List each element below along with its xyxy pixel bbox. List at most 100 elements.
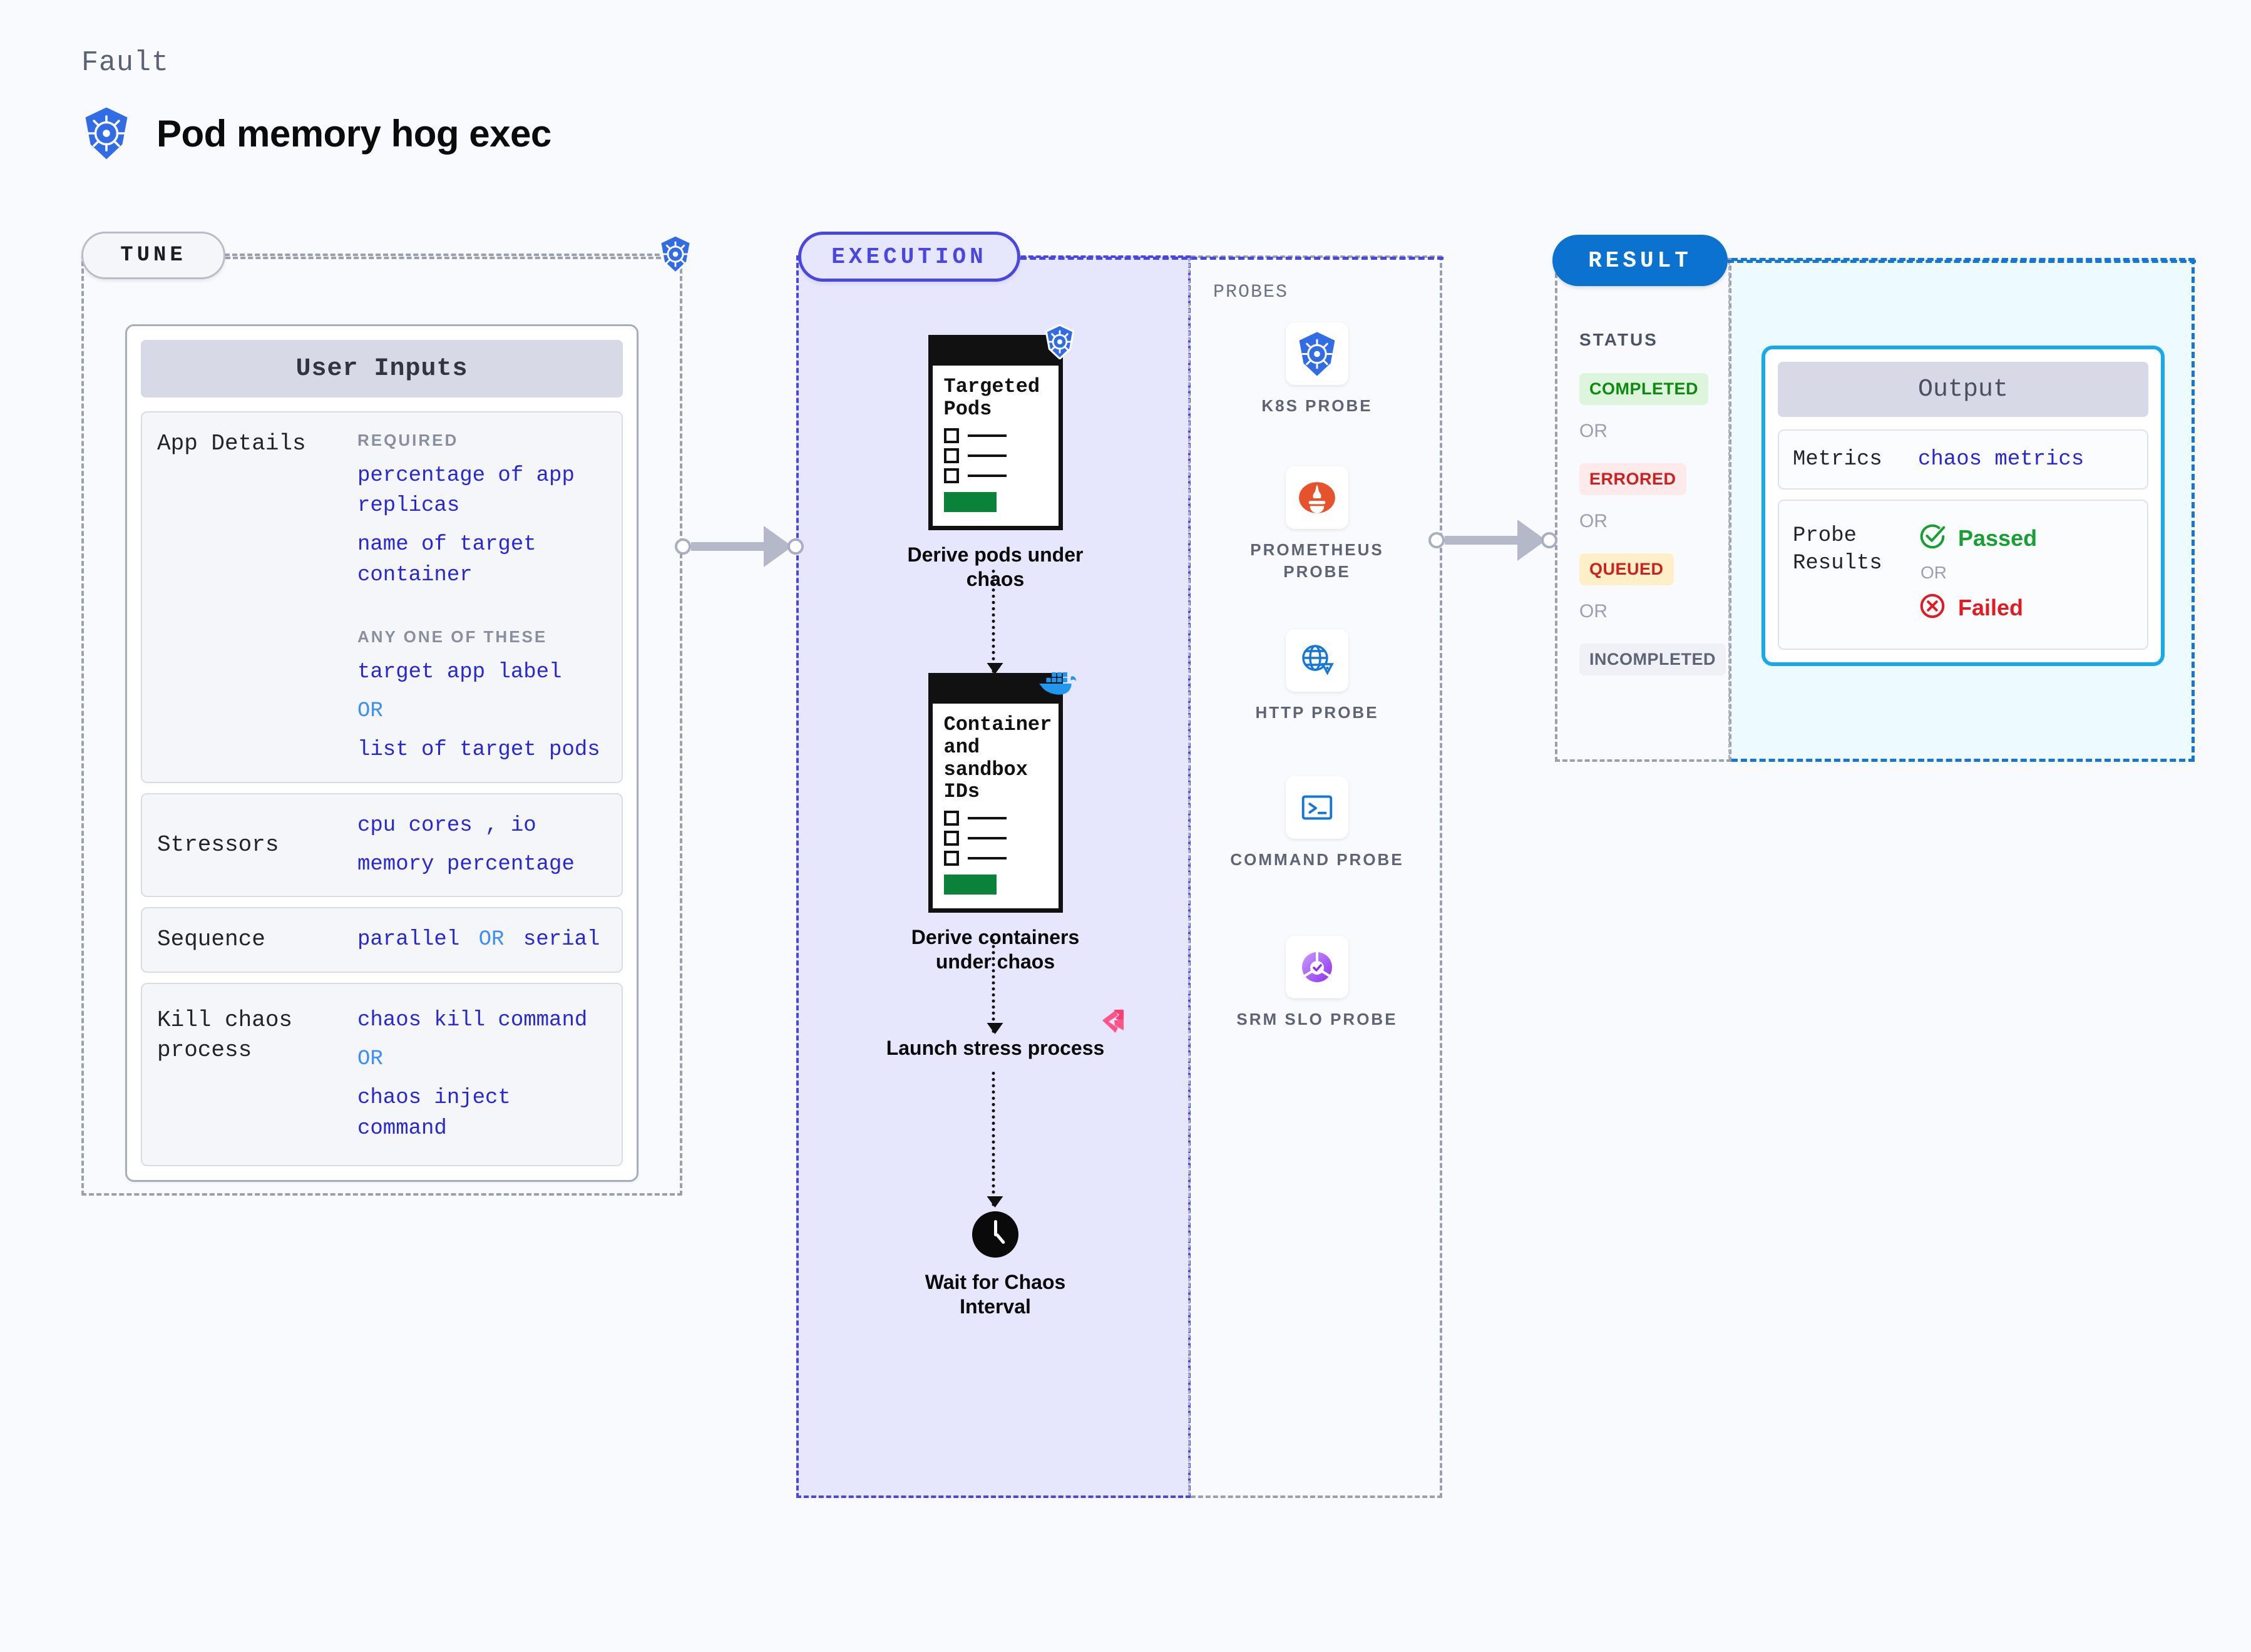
input-label-kill-chaos-process: Kill chaos process [157, 1007, 293, 1064]
probe-item-k8s[interactable]: K8S PROBE [1223, 322, 1411, 417]
execution-step-wait-chaos-interval: Wait for Chaos Interval [901, 1211, 1089, 1319]
probe-label-command: COMMAND PROBE [1230, 850, 1404, 869]
card-title-targeted-pods: Targeted Pods [943, 375, 1040, 421]
probes-container [1188, 255, 1442, 1498]
checkbox-icon [943, 468, 959, 483]
anyone-heading: ANY ONE OF THESE [357, 627, 548, 646]
flow-connector [987, 570, 1003, 674]
status-badge-incompleted: INCOMPLETED [1579, 644, 1726, 675]
status-bar [943, 491, 997, 512]
flow-arrow-probes-to-result [1428, 520, 1557, 561]
output-value-metrics: chaos metrics [1918, 448, 2084, 472]
verdict-label-passed: Passed [1958, 525, 2038, 551]
connector-dot [1541, 532, 1557, 548]
execution-step-derive-containers: Container and sandbox IDs Derive contain… [889, 672, 1102, 974]
x-circle-icon [1918, 592, 1947, 623]
execution-step-derive-pods: Targeted Pods Derive pods under chaos [889, 324, 1102, 592]
verdict-passed: Passed [1918, 522, 2037, 554]
stage-pill-result[interactable]: RESULT [1552, 235, 1728, 286]
input-row-stressors[interactable]: Stressors cpu cores , io memory percenta… [141, 793, 623, 898]
stage-pill-tune[interactable]: TUNE [81, 232, 225, 279]
checkbox-icon [943, 448, 959, 463]
kubernetes-icon [657, 234, 694, 277]
probe-label-k8s: K8S PROBE [1261, 396, 1373, 415]
terminal-icon [1286, 776, 1348, 839]
container-sandbox-ids-card: Container and sandbox IDs [928, 672, 1076, 913]
or-separator: OR [1579, 421, 1607, 441]
output-card-title: Output [1778, 362, 2148, 417]
or-separator: OR [1579, 511, 1607, 531]
checkbox-icon [943, 811, 959, 826]
clock-icon [972, 1211, 1018, 1258]
srm-slo-icon [1286, 936, 1348, 998]
output-label-metrics: Metrics [1793, 448, 1882, 471]
globe-warning-icon [1286, 629, 1348, 692]
kubernetes-icon [81, 106, 131, 160]
input-value-list-of-target-pods: list of target pods [357, 738, 600, 762]
targeted-pods-card: Targeted Pods [928, 324, 1075, 530]
probe-item-srm-slo[interactable]: SRM SLO PROBE [1223, 936, 1411, 1030]
status-badge-queued: QUEUED [1579, 553, 1674, 585]
checkbox-icon [943, 851, 959, 866]
kubernetes-icon [1286, 322, 1348, 385]
kubernetes-icon [1043, 324, 1076, 362]
result-connector-line [1728, 260, 2196, 263]
stage-pill-execution[interactable]: EXECUTION [798, 232, 1020, 282]
or-separator: OR [357, 699, 383, 724]
probe-item-http[interactable]: HTTP PROBE [1223, 629, 1411, 724]
execution-connector-line [1020, 257, 1443, 260]
probe-item-command[interactable]: COMMAND PROBE [1223, 776, 1411, 871]
input-value-memory-percentage: memory percentage [357, 852, 575, 876]
probe-label-prometheus: PROMETHEUS PROBE [1250, 540, 1384, 582]
tune-connector-line [225, 257, 676, 259]
input-label-stressors: Stressors [157, 831, 279, 858]
flow-connector [987, 1072, 1003, 1208]
input-value-cpu-io: cpu cores , io [357, 813, 536, 838]
execution-step-launch-stress: Launch stress process [883, 1036, 1108, 1060]
probe-label-srm-slo: SRM SLO PROBE [1236, 1010, 1398, 1029]
connector-dot [1428, 532, 1445, 548]
output-row-metrics[interactable]: Metrics chaos metrics [1778, 429, 2148, 490]
checkbox-icon [943, 831, 959, 846]
input-row-app-details[interactable]: App Details REQUIRED percentage of app r… [141, 411, 623, 783]
status-badge-completed: COMPLETED [1579, 373, 1709, 405]
input-value-chaos-inject-command: chaos inject command [357, 1086, 511, 1141]
output-label-probe-results: Probe Results [1793, 524, 1882, 576]
execution-step-label-derive-containers: Derive containers under chaos [911, 926, 1080, 973]
docker-icon [1037, 669, 1079, 700]
input-row-sequence[interactable]: Sequence parallel OR serial [141, 907, 623, 973]
input-row-kill-chaos-process[interactable]: Kill chaos process chaos kill command OR… [141, 982, 623, 1166]
execution-step-label-launch-stress: Launch stress process [886, 1037, 1105, 1059]
user-inputs-title: User Inputs [141, 340, 623, 398]
input-value-chaos-kill-command: chaos kill command [357, 1008, 588, 1032]
flow-arrow-tune-to-execution [675, 526, 804, 567]
or-separator: OR [1920, 563, 1947, 583]
input-value-target-app-label: target app label [357, 660, 562, 684]
output-card: Output Metrics chaos metrics Probe Resul… [1761, 346, 2165, 667]
probe-label-http: HTTP PROBE [1255, 703, 1379, 722]
execution-step-label-wait-chaos-interval: Wait for Chaos Interval [925, 1271, 1066, 1318]
verdict-failed: Failed [1918, 592, 2037, 623]
fault-eyebrow-label: Fault [81, 47, 170, 79]
input-value-parallel: parallel [357, 928, 460, 952]
input-label-sequence: Sequence [157, 926, 265, 953]
or-separator: OR [478, 928, 505, 952]
probes-title: PROBES [1213, 282, 1289, 303]
user-inputs-card: User Inputs App Details REQUIRED percent… [125, 324, 638, 1182]
or-separator: OR [1579, 601, 1607, 622]
input-value-target-container: name of target container [357, 533, 536, 587]
required-heading: REQUIRED [357, 431, 459, 449]
input-value-app-replicas: percentage of app replicas [357, 463, 575, 518]
output-row-probe-results[interactable]: Probe Results Passed OR Failed [1778, 500, 2148, 650]
page-title: Pod memory hog exec [156, 112, 551, 155]
connector-dot [675, 538, 691, 555]
flow-connector [987, 939, 1003, 1034]
input-label-app-details: App Details [157, 431, 306, 456]
input-value-serial: serial [523, 928, 600, 952]
probe-item-prometheus[interactable]: PROMETHEUS PROBE [1223, 466, 1411, 583]
card-title-container-sandbox-ids: Container and sandbox IDs [943, 713, 1052, 804]
fault-title-row: Pod memory hog exec [81, 106, 551, 160]
prometheus-icon [1286, 466, 1348, 529]
verdict-label-failed: Failed [1958, 594, 2024, 620]
connector-dot [787, 538, 804, 555]
